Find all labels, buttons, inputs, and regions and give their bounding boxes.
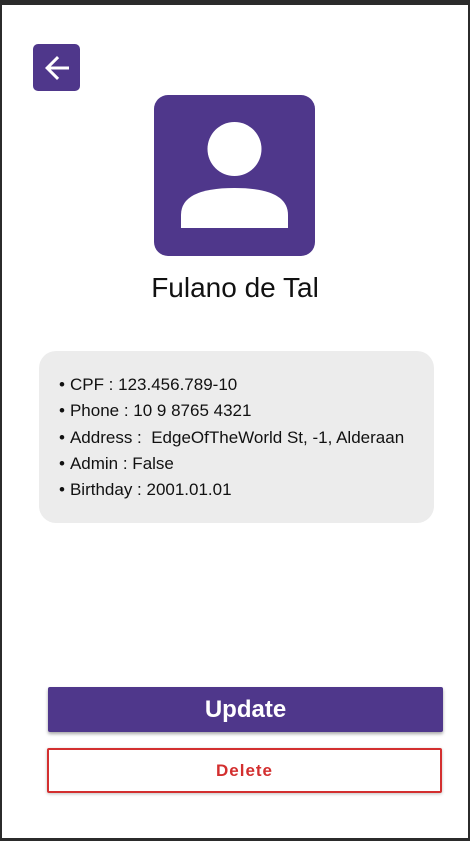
person-icon: [181, 122, 288, 228]
info-text: Phone : 10 9 8765 4321: [69, 401, 252, 421]
info-row-cpf: • CPF : 123.456.789-10: [59, 375, 238, 394]
avatar: [154, 95, 315, 256]
info-row-phone: • Phone : 10 9 8765 4321: [59, 401, 252, 421]
info-row-address: • Address : EdgeOfTheWorld St, -1, Aldera…: [59, 427, 405, 447]
update-button[interactable]: Update: [48, 687, 443, 732]
delete-button[interactable]: Delete: [47, 748, 442, 793]
arrow-left-icon: [44, 55, 69, 80]
info-text: CPF : 123.456.789-10: [69, 375, 238, 394]
back-button[interactable]: [33, 44, 80, 91]
user-details-screen: Fulano de Tal • CPF : 123.456.789-10 • Pho…: [2, 5, 468, 838]
user-name: Fulano de Tal: [151, 272, 319, 303]
info-row-admin: • Admin : False: [59, 453, 174, 473]
user-info-card: • CPF : 123.456.789-10 • Phone : 10 9 8765…: [39, 351, 434, 523]
info-row-birthday: • Birthday : 2001.01.01: [59, 480, 232, 500]
info-text: Address : EdgeOfTheWorld St, -1, Alderaa…: [69, 427, 405, 447]
info-text: Admin : False: [69, 453, 174, 473]
info-text: Birthday : 2001.01.01: [69, 480, 232, 500]
